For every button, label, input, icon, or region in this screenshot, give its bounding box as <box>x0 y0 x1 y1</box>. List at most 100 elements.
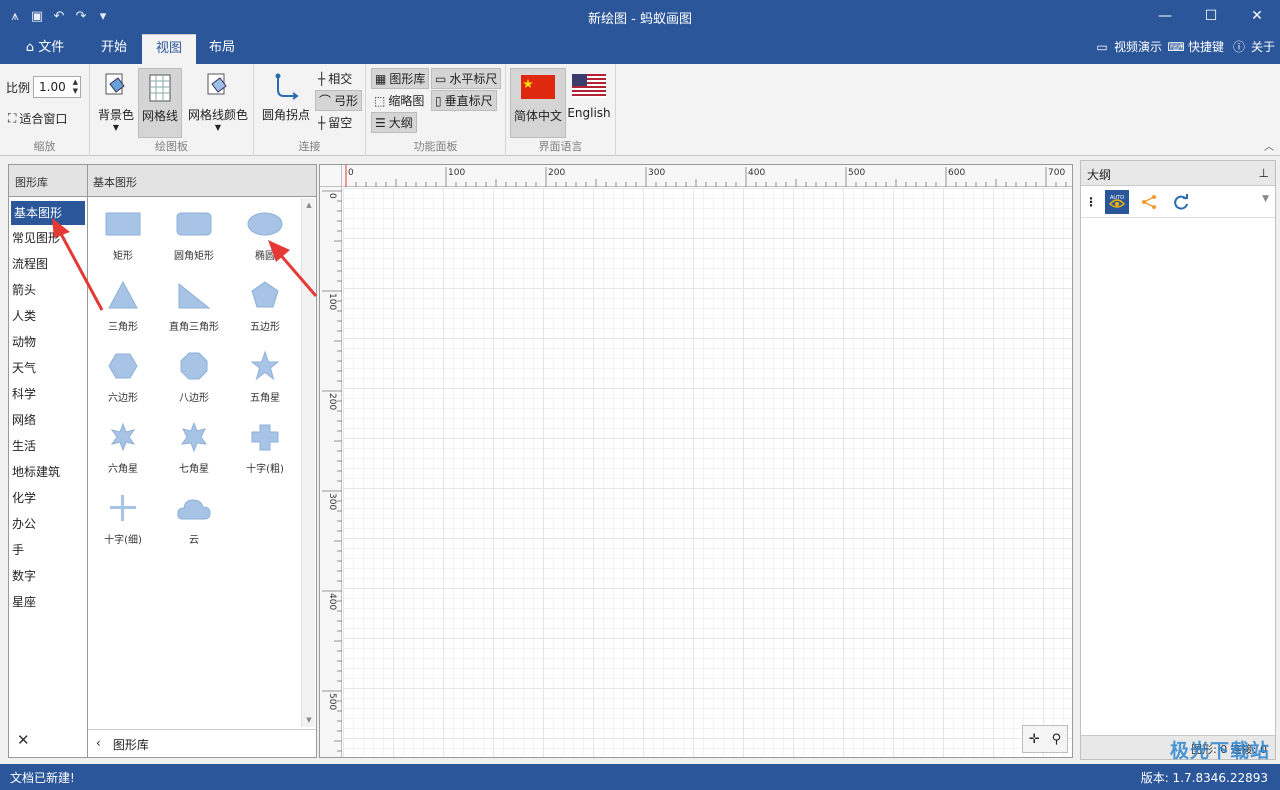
library-item[interactable]: 生活 <box>9 433 87 459</box>
tab-view[interactable]: 视图 <box>142 34 196 64</box>
connector-icon <box>272 72 300 102</box>
rounded-corner-button[interactable]: 圆角拐点 <box>258 68 314 123</box>
library-item[interactable]: 动物 <box>9 329 87 355</box>
home-icon: ⌂ <box>25 40 35 55</box>
group-panels: ▦ 图形库 ⬚ 缩略图 ☰ 大纲 ▭ 水平标尺 ▯ 垂直标尺 功能面板 <box>366 64 506 156</box>
window-controls: — ☐ ✕ <box>1142 0 1280 32</box>
auto-layout-button[interactable]: AUTO <box>1105 189 1129 214</box>
intersect-option[interactable]: ┼ 相交 <box>318 70 352 87</box>
ruler-tick-label: 300 <box>648 168 665 178</box>
about-link[interactable]: ⓘ 关于 <box>1231 38 1275 55</box>
thumbnail-icon: ⬚ <box>374 93 386 108</box>
library-item[interactable]: 天气 <box>9 355 87 381</box>
shape-item[interactable]: 六边形 <box>88 349 158 404</box>
ruler-tick-label: 200 <box>548 168 565 178</box>
video-icon: ▭ <box>1096 39 1108 54</box>
library-item[interactable]: 数字 <box>9 563 87 589</box>
background-color-button[interactable]: 背景色 ▼ <box>94 68 138 132</box>
shape-item[interactable]: 五角星 <box>230 349 300 404</box>
pan-icon[interactable]: ✛ <box>1029 732 1040 747</box>
video-demo-link[interactable]: ▭ 视频演示 <box>1094 38 1162 55</box>
lang-english-button[interactable]: English <box>566 68 612 120</box>
outline-toolbar: ⋮ AUTO ▼ <box>1081 186 1275 218</box>
back-chevron-icon[interactable]: ‹ <box>96 736 101 751</box>
canvas-nav-control: ✛ ⚲ <box>1022 725 1068 753</box>
grid-color-button[interactable]: 网格线颜色 ▼ <box>186 68 250 132</box>
drawing-canvas: 0 100 200 300 400 500 600 700 0 100 200 300 400 500 … <box>319 164 1073 758</box>
keyboard-icon: ⌨ <box>1167 39 1185 54</box>
grid-color-icon <box>204 72 232 102</box>
tab-layout[interactable]: 布局 <box>196 34 248 64</box>
dropdown-arrow-icon[interactable]: ▼ <box>1262 194 1269 204</box>
five-point-star-icon <box>250 350 280 381</box>
cloud-icon <box>177 499 211 520</box>
gridlines-toggle[interactable]: 网格线 <box>138 68 182 138</box>
fit-window-button[interactable]: ⛶ 适合窗口 <box>8 110 67 127</box>
ruler-tick-label: 0 <box>327 193 337 199</box>
tab-start[interactable]: 开始 <box>88 34 140 64</box>
close-icon[interactable]: ✕ <box>17 731 30 749</box>
grid-icon <box>146 73 174 103</box>
library-header: 图形库 <box>9 165 87 197</box>
horizontal-ruler[interactable]: 0 100 200 300 400 500 600 700 <box>342 165 1072 187</box>
gap-option[interactable]: ┼ 留空 <box>318 114 352 131</box>
shape-label: 云 <box>189 535 199 546</box>
hruler-toggle[interactable]: ▭ 水平标尺 <box>431 68 502 89</box>
refresh-button[interactable] <box>1169 190 1193 214</box>
paint-bucket-icon <box>102 72 130 102</box>
shape-item[interactable]: 云 <box>159 491 229 546</box>
library-item[interactable]: 手 <box>9 537 87 563</box>
shape-item[interactable]: 六角星 <box>88 420 158 475</box>
library-item[interactable]: 办公 <box>9 511 87 537</box>
scale-input[interactable]: 1.00 ▲ ▼ <box>33 76 82 98</box>
maximize-icon[interactable]: ☐ <box>1188 0 1234 32</box>
library-item[interactable]: 星座 <box>9 589 87 615</box>
outline-toggle[interactable]: ☰ 大纲 <box>371 112 417 133</box>
shape-item[interactable]: 十字(粗) <box>230 420 300 475</box>
version-label: 版本: 1.7.8346.22893 <box>1140 771 1268 785</box>
thumbnail-toggle[interactable]: ⬚ 缩略图 <box>374 92 424 109</box>
library-item[interactable]: 化学 <box>9 485 87 511</box>
library-item[interactable]: 地标建筑 <box>9 459 87 485</box>
ruler-tick-label: 500 <box>327 693 337 710</box>
thin-cross-icon <box>110 495 136 521</box>
spin-arrows-icon[interactable]: ▲ ▼ <box>73 78 78 96</box>
shape-label: 十字(粗) <box>246 464 284 475</box>
library-item[interactable]: 网络 <box>9 407 87 433</box>
vruler-toggle[interactable]: ▯ 垂直标尺 <box>431 90 497 111</box>
dropdown-arrow-icon: ▼ <box>214 123 222 132</box>
library-item[interactable]: 科学 <box>9 381 87 407</box>
collapse-ribbon-icon[interactable]: ︿ <box>1264 138 1274 153</box>
pin-icon[interactable]: ⊥ <box>1259 166 1269 180</box>
minimize-icon[interactable]: — <box>1142 0 1188 32</box>
shape-label: 七角星 <box>179 464 209 475</box>
more-vertical-icon[interactable]: ⋮ <box>1085 195 1097 209</box>
shape-item[interactable]: 八边形 <box>159 349 229 404</box>
ruler-tick-label: 200 <box>327 393 337 410</box>
outline-icon: ☰ <box>375 115 386 130</box>
status-message: 文档已新建! <box>10 771 75 785</box>
thick-cross-icon <box>251 424 279 451</box>
shortcuts-link[interactable]: ⌨ 快捷键 <box>1167 38 1224 55</box>
arc-option[interactable]: ⌒ 弓形 <box>315 90 363 111</box>
library-toggle[interactable]: ▦ 图形库 <box>371 68 430 89</box>
shape-item[interactable]: 七角星 <box>159 420 229 475</box>
canvas-grid[interactable] <box>343 188 1072 757</box>
zoom-icon[interactable]: ⚲ <box>1052 732 1062 747</box>
share-button[interactable] <box>1137 190 1161 214</box>
shapes-footer[interactable]: ‹ 图形库 <box>88 729 316 757</box>
shape-item[interactable]: 十字(细) <box>88 491 158 546</box>
ruler-corner <box>320 165 342 187</box>
shape-label: 六边形 <box>108 393 138 404</box>
group-zoom: 比例 1.00 ▲ ▼ ⛶ 适合窗口 缩放 <box>0 64 90 156</box>
tab-file[interactable]: ⌂ 文件 <box>14 34 76 64</box>
lang-chinese-button[interactable]: 简体中文 <box>510 68 566 138</box>
shape-label: 五边形 <box>250 322 280 333</box>
status-bar: 文档已新建! 版本: 1.7.8346.22893 <box>0 764 1280 790</box>
close-icon[interactable]: ✕ <box>1234 0 1280 32</box>
group-language: 简体中文 English 界面语言 <box>506 64 616 156</box>
ruler-tick-label: 500 <box>848 168 865 178</box>
scroll-down-icon[interactable]: ▼ <box>302 713 316 727</box>
arrowhead-left-icon <box>52 218 70 238</box>
ruler-tick-label: 400 <box>748 168 765 178</box>
